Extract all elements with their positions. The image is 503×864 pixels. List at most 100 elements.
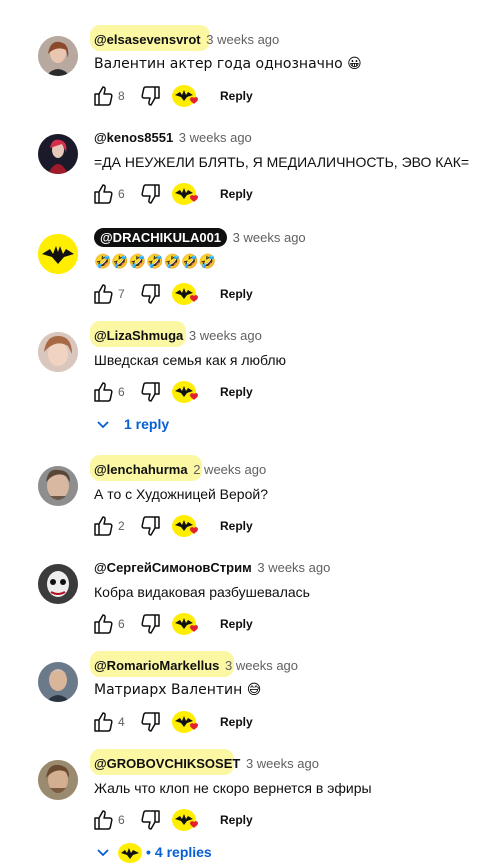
creator-heart-icon	[172, 381, 198, 403]
like-count: 6	[118, 813, 125, 827]
reply-button[interactable]: Reply	[220, 384, 253, 400]
like-count: 2	[118, 519, 125, 533]
comment-thread: @GROBOVCHIKSOSET 3 weeks ago Жаль что кл…	[0, 749, 503, 850]
like-count: 6	[118, 187, 125, 201]
comment-actions: 6 Reply	[92, 612, 352, 638]
thumbs-down-icon[interactable]	[138, 710, 162, 734]
timestamp[interactable]: 3 weeks ago	[189, 328, 262, 343]
comment-thread: @lenchahurma 2 weeks ago А то с Художниц…	[0, 455, 503, 556]
thumbs-up-icon[interactable]	[92, 612, 116, 636]
comment-text: 🤣🤣🤣🤣🤣🤣🤣	[94, 254, 217, 270]
comment-text: Шведская семья как я люблю	[94, 352, 287, 368]
author-handle[interactable]: @RomarioMarkellus	[94, 658, 219, 673]
thumbs-down-icon[interactable]	[138, 84, 162, 108]
comment-actions: 6 Reply	[92, 182, 352, 208]
comment-header: @GROBOVCHIKSOSET 3 weeks ago	[90, 749, 319, 775]
avatar[interactable]	[38, 564, 78, 604]
comment-text: Матриарх Валентин 😅	[94, 682, 262, 698]
replies-count: 4 replies	[154, 844, 212, 860]
reply-button[interactable]: Reply	[220, 518, 253, 534]
avatar[interactable]	[38, 332, 78, 372]
thumbs-down-icon[interactable]	[138, 380, 162, 404]
comment-thread: @kenos8551 3 weeks ago =ДА НЕУЖЕЛИ БЛЯТЬ…	[0, 126, 503, 224]
comment-header: @elsasevensvrot 3 weeks ago	[90, 25, 279, 51]
comment-header: @DRACHIKULA001 3 weeks ago	[94, 228, 306, 248]
author-handle[interactable]: @DRACHIKULA001	[94, 228, 228, 247]
thumbs-up-icon[interactable]	[92, 282, 116, 306]
thumbs-up-icon[interactable]	[92, 84, 116, 108]
thumbs-down-icon[interactable]	[138, 182, 162, 206]
reply-button[interactable]: Reply	[220, 286, 253, 302]
author-handle[interactable]: @GROBOVCHIKSOSET	[94, 756, 240, 771]
timestamp[interactable]: 2 weeks ago	[193, 462, 266, 477]
reply-button[interactable]: Reply	[220, 616, 253, 632]
comment-text: А то с Художницей Верой?	[94, 486, 268, 502]
reply-button[interactable]: Reply	[220, 186, 253, 202]
comment-actions: 6 Reply	[92, 808, 352, 834]
comment-header: @lenchahurma 2 weeks ago	[90, 455, 266, 481]
thumbs-down-icon[interactable]	[138, 612, 162, 636]
comment-header: @СергейСимоновСтрим 3 weeks ago	[94, 558, 330, 578]
thumbs-down-icon[interactable]	[138, 808, 162, 832]
author-handle[interactable]: @LizaShmuga	[94, 328, 183, 343]
author-handle[interactable]: @kenos8551	[94, 130, 173, 145]
comment-thread: @LizaShmuga 3 weeks ago Шведская семья к…	[0, 321, 503, 422]
comment-header: @LizaShmuga 3 weeks ago	[90, 321, 262, 347]
reply-button[interactable]: Reply	[220, 714, 253, 730]
creator-heart-icon	[172, 515, 198, 537]
view-replies-button[interactable]: 1 reply	[96, 412, 169, 436]
author-handle[interactable]: @СергейСимоновСтрим	[94, 560, 252, 575]
replies-count: 1 reply	[124, 416, 170, 432]
avatar[interactable]	[38, 662, 78, 702]
creator-heart-icon	[172, 809, 198, 831]
avatar[interactable]	[38, 234, 78, 274]
avatar[interactable]	[38, 760, 78, 800]
timestamp[interactable]: 3 weeks ago	[206, 32, 279, 47]
chevron-down-icon	[97, 421, 109, 429]
chevron-down-icon	[97, 849, 109, 857]
author-handle[interactable]: @lenchahurma	[94, 462, 188, 477]
like-count: 4	[118, 715, 125, 729]
like-count: 6	[118, 385, 125, 399]
timestamp[interactable]: 3 weeks ago	[246, 756, 319, 771]
creator-heart-icon	[172, 613, 198, 635]
creator-avatar-icon	[118, 843, 142, 864]
comment-thread: @elsasevensvrot 3 weeks ago Валентин акт…	[0, 25, 503, 126]
comment-thread: @СергейСимоновСтрим 3 weeks ago Кобра ви…	[0, 556, 503, 654]
thumbs-up-icon[interactable]	[92, 710, 116, 734]
like-count: 8	[118, 89, 125, 103]
like-count: 6	[118, 617, 125, 631]
creator-heart-icon	[172, 85, 198, 107]
comment-header: @RomarioMarkellus 3 weeks ago	[90, 651, 298, 677]
creator-heart-icon	[172, 283, 198, 305]
timestamp[interactable]: 3 weeks ago	[233, 230, 306, 245]
dot-separator: •	[146, 844, 151, 860]
comment-actions: 7 Reply	[92, 282, 352, 308]
comment-text: Кобра видаковая разбушевалась	[94, 584, 310, 600]
comment-text: =ДА НЕУЖЕЛИ БЛЯТЬ, Я МЕДИАЛИЧНОСТЬ, ЭВО …	[94, 154, 470, 170]
thumbs-down-icon[interactable]	[138, 514, 162, 538]
reply-button[interactable]: Reply	[220, 88, 253, 104]
like-count: 7	[118, 287, 125, 301]
timestamp[interactable]: 3 weeks ago	[257, 560, 330, 575]
avatar[interactable]	[38, 466, 78, 506]
thumbs-down-icon[interactable]	[138, 282, 162, 306]
timestamp[interactable]: 3 weeks ago	[225, 658, 298, 673]
thumbs-up-icon[interactable]	[92, 182, 116, 206]
avatar[interactable]	[38, 134, 78, 174]
avatar[interactable]	[38, 36, 78, 76]
view-replies-button[interactable]: • 4 replies	[96, 840, 212, 864]
thumbs-up-icon[interactable]	[92, 514, 116, 538]
creator-heart-icon	[172, 183, 198, 205]
comment-actions: 4 Reply	[92, 710, 352, 736]
comment-header: @kenos8551 3 weeks ago	[94, 128, 252, 148]
timestamp[interactable]: 3 weeks ago	[179, 130, 252, 145]
thumbs-up-icon[interactable]	[92, 808, 116, 832]
creator-heart-icon	[172, 711, 198, 733]
reply-button[interactable]: Reply	[220, 812, 253, 828]
thumbs-up-icon[interactable]	[92, 380, 116, 404]
comment-thread: @RomarioMarkellus 3 weeks ago Матриарх В…	[0, 651, 503, 752]
comment-text: Жаль что клоп не скоро вернется в эфиры	[94, 780, 372, 796]
author-handle[interactable]: @elsasevensvrot	[94, 32, 201, 47]
comment-actions: 6 Reply	[92, 380, 352, 406]
